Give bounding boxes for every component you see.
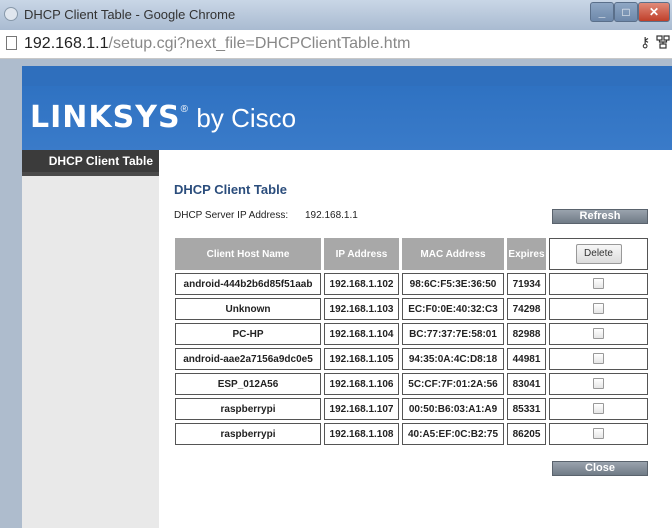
browser-window: DHCP Client Table - Google Chrome _ □ ✕ … [0,0,672,528]
delete-checkbox[interactable] [593,353,604,365]
cell-ip-address: 192.168.1.105 [324,348,399,370]
cell-host-name: raspberrypi [175,398,321,420]
column-header-host: Client Host Name [175,238,321,270]
cell-delete-select [549,323,648,345]
close-button[interactable]: Close [552,461,648,476]
title-bar: DHCP Client Table - Google Chrome _ □ ✕ [0,0,672,30]
url-text[interactable]: 192.168.1.1/setup.cgi?next_file=DHCPClie… [24,35,410,53]
server-ip-value: 192.168.1.1 [305,210,358,221]
table-row: PC-HP 192.168.1.104 BC:77:37:7E:58:01 82988 [175,323,648,345]
cell-delete-select [549,398,648,420]
key-icon[interactable]: ⚷ [640,34,650,51]
server-ip-label: DHCP Server IP Address: [174,210,289,221]
page-content: LINKSYS® by Cisco DHCP Client Table DHCP… [22,66,672,528]
maximize-button[interactable]: □ [614,2,638,22]
delete-checkbox[interactable] [593,303,604,315]
refresh-button[interactable]: Refresh [552,209,648,224]
cell-expires: 86205 [507,423,546,445]
table-header-row: Client Host Name IP Address MAC Address … [175,238,648,270]
cell-host-name: Unknown [175,298,321,320]
cell-ip-address: 192.168.1.104 [324,323,399,345]
table-row: raspberrypi 192.168.1.108 40:A5:EF:0C:B2:7… [175,423,648,445]
top-band [22,66,672,86]
column-header-mac: MAC Address [402,238,504,270]
table-row: ESP_012A56 192.168.1.106 5C:CF:7F:01:2A:56… [175,373,648,395]
cell-delete-select [549,373,648,395]
sidebar: DHCP Client Table [22,150,159,528]
column-header-ip: IP Address [324,238,399,270]
cell-host-name: android-444b2b6d85f51aab [175,273,321,295]
window-title: DHCP Client Table - Google Chrome [24,7,236,22]
logo-reg: ® [180,104,188,115]
close-window-button[interactable]: ✕ [638,2,670,22]
delete-button[interactable]: Delete [575,244,622,264]
cell-ip-address: 192.168.1.108 [324,423,399,445]
chrome-app-icon [4,7,18,21]
cell-delete-select [549,273,648,295]
linksys-logo: LINKSYS® by Cisco [30,100,296,135]
table-body: android-444b2b6d85f51aab 192.168.1.102 98:… [175,273,648,445]
cell-mac-address: 40:A5:EF:0C:B2:75 [402,423,504,445]
url-path: /setup.cgi?next_file=DHCPClientTable.htm [108,35,411,52]
cell-mac-address: 94:35:0A:4C:D8:18 [402,348,504,370]
cell-delete-select [549,423,648,445]
sidebar-item-dhcp-client-table[interactable]: DHCP Client Table [22,150,159,176]
delete-checkbox[interactable] [593,378,604,390]
table-row: android-444b2b6d85f51aab 192.168.1.102 98:… [175,273,648,295]
cell-delete-select [549,298,648,320]
page-icon [6,36,17,50]
cell-expires: 44981 [507,348,546,370]
dhcp-client-table: Client Host Name IP Address MAC Address … [172,235,651,448]
cell-mac-address: BC:77:37:7E:58:01 [402,323,504,345]
cell-mac-address: EC:F0:0E:40:32:C3 [402,298,504,320]
cell-ip-address: 192.168.1.102 [324,273,399,295]
network-icon[interactable] [656,35,670,49]
cell-expires: 74298 [507,298,546,320]
delete-checkbox[interactable] [593,278,604,290]
address-bar[interactable]: 192.168.1.1/setup.cgi?next_file=DHCPClie… [0,30,672,59]
delete-checkbox[interactable] [593,428,604,440]
cell-mac-address: 5C:CF:7F:01:2A:56 [402,373,504,395]
url-host: 192.168.1.1 [24,35,109,52]
logo-brand: LINKSYS [30,100,181,135]
cell-ip-address: 192.168.1.107 [324,398,399,420]
cell-mac-address: 98:6C:F5:3E:36:50 [402,273,504,295]
cell-mac-address: 00:50:B6:03:A1:A9 [402,398,504,420]
minimize-button[interactable]: _ [590,2,614,22]
delete-checkbox[interactable] [593,328,604,340]
cell-ip-address: 192.168.1.103 [324,298,399,320]
brand-banner: LINKSYS® by Cisco [22,86,672,150]
cell-host-name: PC-HP [175,323,321,345]
logo-by-cisco: by Cisco [196,103,297,133]
cell-ip-address: 192.168.1.106 [324,373,399,395]
cell-expires: 83041 [507,373,546,395]
page-title: DHCP Client Table [174,182,287,197]
cell-delete-select [549,348,648,370]
table-row: raspberrypi 192.168.1.107 00:50:B6:03:A1:A… [175,398,648,420]
delete-checkbox[interactable] [593,403,604,415]
cell-host-name: raspberrypi [175,423,321,445]
table-row: android-aae2a7156a9dc0e5 192.168.1.105 94:… [175,348,648,370]
cell-expires: 82988 [507,323,546,345]
cell-expires: 71934 [507,273,546,295]
cell-host-name: android-aae2a7156a9dc0e5 [175,348,321,370]
column-header-expires: Expires [507,238,546,270]
column-header-delete: Delete [549,238,648,270]
cell-expires: 85331 [507,398,546,420]
table-row: Unknown 192.168.1.103 EC:F0:0E:40:32:C3 742… [175,298,648,320]
cell-host-name: ESP_012A56 [175,373,321,395]
